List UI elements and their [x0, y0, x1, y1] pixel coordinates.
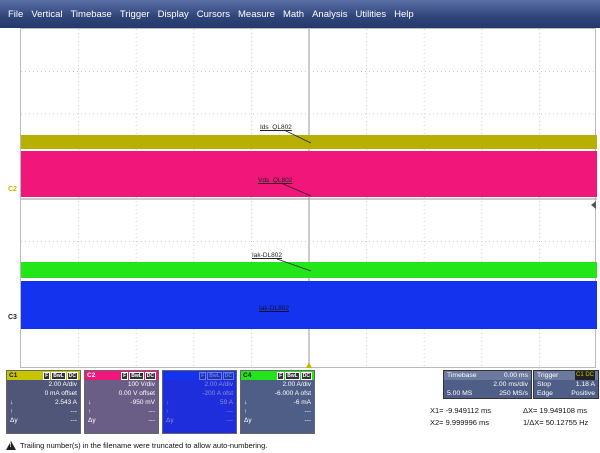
- trigger-level: 1.18 A: [575, 381, 595, 388]
- timebase-descriptor[interactable]: Timebase 0.00 ms 2.00 ms/div 5.00 MS 250 M…: [443, 370, 532, 399]
- c3-name: C3: [165, 372, 174, 379]
- channel-descriptors: C1 F BwL DC 2.00 A/div 0 mA offset ↓ 2.543 A…: [0, 368, 600, 440]
- oscilloscope-window: File Vertical Timebase Trigger Display C…: [0, 0, 600, 453]
- c3-value: 59 A: [219, 399, 233, 406]
- trace-label-c1: Ids_QL802: [260, 124, 292, 131]
- cursor-delta-x: ΔX= 19.949108 ms: [523, 406, 588, 415]
- menu-analysis[interactable]: Analysis: [308, 9, 351, 20]
- menu-timebase[interactable]: Timebase: [66, 9, 115, 20]
- menu-display[interactable]: Display: [154, 9, 193, 20]
- warning-icon: !: [6, 441, 16, 450]
- cursor-x1: X1= -9.949112 ms: [430, 406, 491, 415]
- trigger-mode: Stop: [537, 381, 551, 388]
- trigger-type: Edge: [537, 390, 553, 397]
- c3-vdiv: 2.00 A/div: [204, 381, 233, 388]
- menu-file[interactable]: File: [4, 9, 27, 20]
- timebase-rate: 250 MS/s: [499, 390, 528, 397]
- channel-descriptor-c1[interactable]: C1 F BwL DC 2.00 A/div 0 mA offset ↓ 2.543 A…: [6, 370, 81, 434]
- c1-offset: 0 mA offset: [44, 390, 77, 397]
- c3-offset: -200 A ofst: [202, 390, 233, 397]
- menu-trigger[interactable]: Trigger: [116, 9, 154, 20]
- c3-tags: F BwL DC: [199, 371, 234, 380]
- menu-utilities[interactable]: Utilities: [351, 9, 390, 20]
- timebase-label: Timebase: [447, 372, 477, 379]
- menu-math[interactable]: Math: [279, 9, 308, 20]
- status-message: Trailing number(s) in the filename were …: [20, 441, 268, 450]
- trigger-label: Trigger: [537, 372, 559, 379]
- c4-value: -6 mA: [293, 399, 311, 406]
- trace-label-c3: Iak-DL802: [259, 305, 289, 312]
- menu-cursors[interactable]: Cursors: [193, 9, 234, 20]
- c3-level-marker[interactable]: C3: [8, 314, 17, 321]
- cursor-end-marker[interactable]: [591, 201, 596, 209]
- channel-descriptor-c3[interactable]: C3 F BwL DC 2.00 A/div -200 A ofst ↓ 59 A ↑ -…: [162, 370, 237, 434]
- trigger-badge: C1 DC: [574, 371, 595, 380]
- menu-vertical[interactable]: Vertical: [27, 9, 66, 20]
- c1-vdiv: 2.00 A/div: [48, 381, 77, 388]
- c2-level-marker[interactable]: C2: [8, 186, 17, 193]
- c4-offset: -6.000 A ofst: [274, 390, 311, 397]
- c4-tags: F BwL DC: [277, 371, 312, 380]
- waveform-grid[interactable]: Ids_QL802 Vds_QL802 Iak-DL802 Iak-DL802: [20, 28, 597, 369]
- menu-help[interactable]: Help: [390, 9, 418, 20]
- c4-vdiv: 2.00 A/div: [282, 381, 311, 388]
- cursor-x2: X2= 9.999996 ms: [430, 418, 490, 427]
- c2-vdiv: 100 V/div: [127, 381, 155, 388]
- trace-label-c2: Vds_QL802: [258, 177, 293, 184]
- c2-tags: F BwL DC: [121, 371, 156, 380]
- timebase-delay: 0.00 ms: [503, 372, 528, 379]
- channel-descriptor-c2[interactable]: C2 F BwL DC 100 V/div 0.00 V offset ↓ -950 m…: [84, 370, 159, 434]
- trigger-descriptor[interactable]: Trigger C1 DC Stop 1.18 A Edge Positive: [533, 370, 599, 399]
- trace-label-leaders: [276, 129, 312, 272]
- cursor-inverse-delta-x: 1/ΔX= 50.12755 Hz: [523, 418, 589, 427]
- c1-value: 2.543 A: [54, 399, 77, 406]
- timebase-tdiv: 2.00 ms/div: [493, 381, 528, 388]
- timebase-samples: 5.00 MS: [447, 390, 473, 397]
- c1-name: C1: [9, 372, 18, 379]
- c1-tags: F BwL DC: [43, 371, 78, 380]
- status-bar: ! Trailing number(s) in the filename wer…: [0, 438, 600, 453]
- c2-value: -950 mV: [130, 399, 155, 406]
- channel-descriptor-c4[interactable]: C4 F BwL DC 2.00 A/div -6.000 A ofst ↓ -6 mA…: [240, 370, 315, 434]
- c2-offset: 0.00 V offset: [118, 390, 155, 397]
- c2-name: C2: [87, 372, 96, 379]
- trace-label-c4: Iak-DL802: [252, 252, 282, 259]
- menu-bar: File Vertical Timebase Trigger Display C…: [0, 0, 600, 28]
- menu-measure[interactable]: Measure: [234, 9, 279, 20]
- trigger-slope: Positive: [571, 390, 595, 397]
- c4-name: C4: [243, 372, 252, 379]
